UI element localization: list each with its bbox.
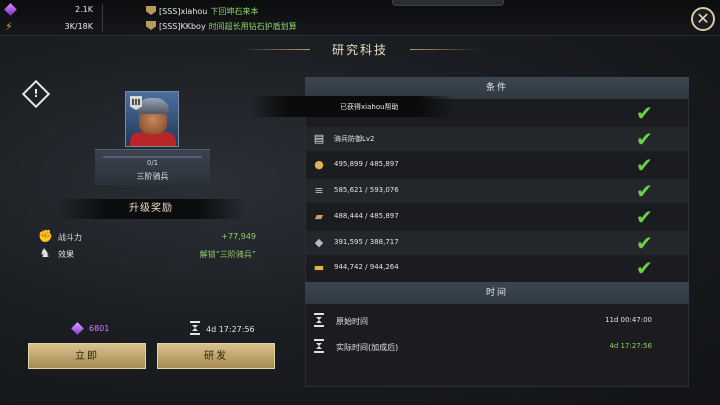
iron-icon: ◆ [314, 236, 324, 249]
research-button[interactable]: 研发 [157, 343, 275, 369]
condition-row: ▬ 944,742 / 944,264 ✔ [313, 256, 653, 280]
time-header: 时间 [305, 282, 689, 304]
cavalry-icon: ♞ [39, 246, 51, 260]
help-tooltip: 已获得xiahou帮助 [250, 96, 455, 117]
chat-message[interactable]: [SSS]xiahou 下回坤石来本 [146, 6, 258, 17]
actual-time-label: 实际时间(加成后) [336, 343, 399, 352]
check-icon: ✔ [636, 153, 653, 177]
condition-row: ▰ 488,444 / 485,897 ✔ [306, 205, 688, 229]
reward-header-text: 升级奖励 [129, 203, 173, 214]
gem-icon [71, 322, 84, 335]
gold-icon: ▬ [313, 261, 325, 274]
research-time-cost: 4d 17:27:56 [206, 325, 255, 334]
original-time-value: 11d 00:47:00 [604, 316, 652, 324]
page-title: 研究科技 [331, 43, 388, 57]
top-drawer-handle[interactable] [392, 0, 504, 6]
divider [102, 4, 103, 32]
original-time-label: 原始时间 [336, 317, 368, 326]
gem-icon [4, 3, 17, 16]
reward-label: 效果 [58, 250, 74, 259]
instant-gem-cost: 6801 [89, 324, 110, 333]
unit-progress: 0/1 三阶骑兵 [95, 149, 210, 185]
condition-row: ≡ 585,621 / 593,076 ✔ [306, 179, 688, 203]
unit-card[interactable]: III 0/1 三阶骑兵 [95, 91, 210, 185]
gem-resource[interactable]: 2.1K [4, 3, 99, 17]
energy-icon: ⚡ [5, 20, 13, 33]
actual-time-row: 实际时间(加成后) 4d 17:27:56 [306, 334, 688, 358]
chat-sender: [SSS]xiahou [159, 7, 208, 16]
reward-row-power: ✊ 战斗力 +77,949 [38, 229, 260, 245]
hourglass-icon [314, 313, 324, 327]
fist-icon: ✊ [38, 229, 53, 243]
food-icon: ● [314, 158, 324, 171]
chat-text: 时间超长用钻石护盾划算 [208, 22, 297, 31]
check-icon: ✔ [636, 127, 653, 151]
book-icon: ▤ [313, 132, 325, 145]
chat-text: 下回坤石来本 [210, 7, 259, 16]
chat-message[interactable]: [SSS]KKboy 时间超长用钻石护盾划算 [146, 21, 297, 32]
close-icon: ✕ [696, 9, 710, 28]
check-icon: ✔ [636, 231, 653, 255]
condition-row: ● 495,899 / 485,897 ✔ [306, 153, 688, 177]
check-icon: ✔ [636, 205, 653, 229]
reward-value: +77,949 [221, 232, 256, 241]
unit-name: 三阶骑兵 [136, 172, 169, 181]
title-bar: 研究科技 [240, 36, 480, 62]
close-button[interactable]: ✕ [691, 7, 715, 31]
chat-sender: [SSS]KKboy [159, 22, 206, 31]
instant-button[interactable]: 立即 [28, 343, 146, 369]
wood-icon: ≡ [314, 184, 324, 197]
reward-row-effect: ♞ 效果 解锁“三阶骑兵” [38, 246, 260, 262]
unit-portrait: III [125, 91, 179, 147]
progress-text: 0/1 [146, 159, 159, 167]
gem-amount: 2.1K [75, 5, 93, 14]
energy-amount: 3K/18K [64, 22, 93, 31]
stone-icon: ▰ [314, 210, 324, 223]
alliance-badge-icon [146, 6, 156, 15]
info-warning-icon[interactable]: ! [21, 79, 51, 109]
hourglass-icon [190, 321, 200, 335]
hourglass-icon [314, 339, 324, 353]
reward-value: 解锁“三阶骑兵” [199, 250, 256, 259]
condition-row: ▤ 骑兵防御Lv2 ✔ [306, 127, 688, 151]
title-ornament [410, 49, 480, 50]
reward-header: 升级奖励 [55, 199, 247, 219]
actual-time-value: 4d 17:27:56 [609, 342, 652, 350]
alliance-badge-icon [146, 21, 156, 30]
title-ornament [240, 49, 310, 50]
help-tooltip-text: 已获得xiahou帮助 [340, 103, 399, 111]
progress-bar [103, 156, 202, 158]
reward-label: 战斗力 [58, 233, 82, 242]
condition-row: ◆ 391,595 / 388,717 ✔ [306, 231, 688, 255]
energy-resource[interactable]: ⚡ 3K/18K [4, 20, 99, 34]
check-icon: ✔ [636, 179, 653, 203]
original-time-row: 原始时间 11d 00:47:00 [306, 308, 688, 332]
check-icon: ✔ [636, 256, 653, 280]
top-bar: 2.1K ⚡ 3K/18K [SSS]xiahou 下回坤石来本 [SSS]KKb… [0, 0, 720, 36]
check-icon: ✔ [636, 101, 653, 125]
